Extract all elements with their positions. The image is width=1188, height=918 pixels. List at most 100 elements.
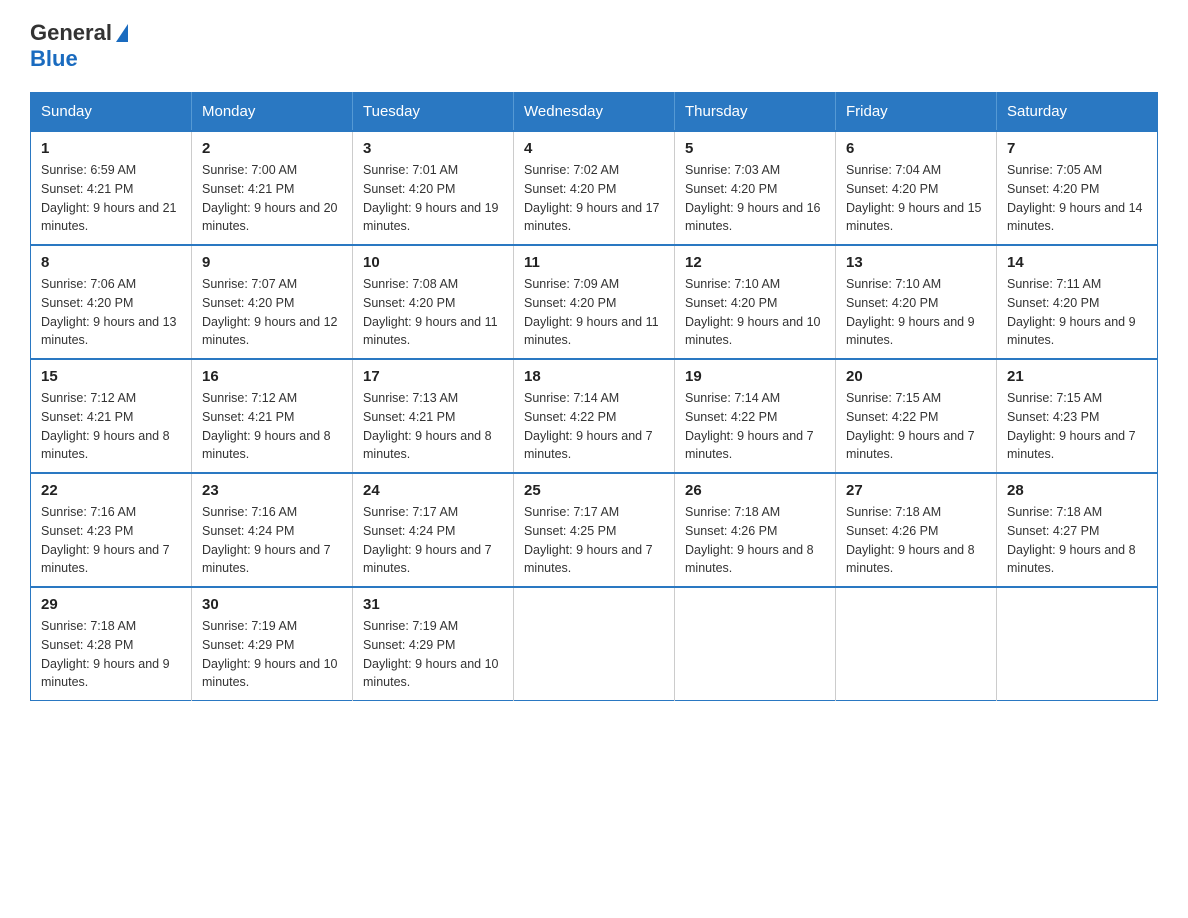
day-number: 23 (202, 482, 342, 499)
calendar-table: SundayMondayTuesdayWednesdayThursdayFrid… (30, 92, 1158, 701)
column-header-friday: Friday (836, 93, 997, 132)
day-number: 3 (363, 140, 503, 157)
day-info: Sunrise: 7:18 AM Sunset: 4:28 PM Dayligh… (41, 617, 181, 692)
day-info: Sunrise: 7:16 AM Sunset: 4:24 PM Dayligh… (202, 503, 342, 578)
calendar-header-row: SundayMondayTuesdayWednesdayThursdayFrid… (31, 93, 1158, 132)
day-number: 22 (41, 482, 181, 499)
day-info: Sunrise: 7:02 AM Sunset: 4:20 PM Dayligh… (524, 161, 664, 236)
logo-triangle-icon (116, 24, 128, 42)
day-info: Sunrise: 7:12 AM Sunset: 4:21 PM Dayligh… (202, 389, 342, 464)
day-info: Sunrise: 7:19 AM Sunset: 4:29 PM Dayligh… (363, 617, 503, 692)
day-info: Sunrise: 7:08 AM Sunset: 4:20 PM Dayligh… (363, 275, 503, 350)
calendar-cell: 29 Sunrise: 7:18 AM Sunset: 4:28 PM Dayl… (31, 587, 192, 701)
calendar-cell (997, 587, 1158, 701)
calendar-cell: 24 Sunrise: 7:17 AM Sunset: 4:24 PM Dayl… (353, 473, 514, 587)
day-number: 7 (1007, 140, 1147, 157)
day-info: Sunrise: 7:18 AM Sunset: 4:26 PM Dayligh… (685, 503, 825, 578)
calendar-cell: 27 Sunrise: 7:18 AM Sunset: 4:26 PM Dayl… (836, 473, 997, 587)
calendar-cell: 7 Sunrise: 7:05 AM Sunset: 4:20 PM Dayli… (997, 131, 1158, 245)
day-info: Sunrise: 7:07 AM Sunset: 4:20 PM Dayligh… (202, 275, 342, 350)
calendar-cell: 21 Sunrise: 7:15 AM Sunset: 4:23 PM Dayl… (997, 359, 1158, 473)
calendar-cell: 3 Sunrise: 7:01 AM Sunset: 4:20 PM Dayli… (353, 131, 514, 245)
day-info: Sunrise: 7:15 AM Sunset: 4:23 PM Dayligh… (1007, 389, 1147, 464)
day-info: Sunrise: 7:12 AM Sunset: 4:21 PM Dayligh… (41, 389, 181, 464)
calendar-cell: 16 Sunrise: 7:12 AM Sunset: 4:21 PM Dayl… (192, 359, 353, 473)
calendar-cell: 15 Sunrise: 7:12 AM Sunset: 4:21 PM Dayl… (31, 359, 192, 473)
day-info: Sunrise: 7:14 AM Sunset: 4:22 PM Dayligh… (524, 389, 664, 464)
day-info: Sunrise: 7:06 AM Sunset: 4:20 PM Dayligh… (41, 275, 181, 350)
day-info: Sunrise: 7:05 AM Sunset: 4:20 PM Dayligh… (1007, 161, 1147, 236)
day-info: Sunrise: 7:18 AM Sunset: 4:27 PM Dayligh… (1007, 503, 1147, 578)
calendar-cell (675, 587, 836, 701)
column-header-thursday: Thursday (675, 93, 836, 132)
logo-general-text: General (30, 20, 112, 46)
calendar-cell: 31 Sunrise: 7:19 AM Sunset: 4:29 PM Dayl… (353, 587, 514, 701)
day-info: Sunrise: 7:09 AM Sunset: 4:20 PM Dayligh… (524, 275, 664, 350)
day-info: Sunrise: 7:14 AM Sunset: 4:22 PM Dayligh… (685, 389, 825, 464)
day-number: 12 (685, 254, 825, 271)
day-info: Sunrise: 7:17 AM Sunset: 4:25 PM Dayligh… (524, 503, 664, 578)
day-info: Sunrise: 7:10 AM Sunset: 4:20 PM Dayligh… (846, 275, 986, 350)
calendar-cell: 6 Sunrise: 7:04 AM Sunset: 4:20 PM Dayli… (836, 131, 997, 245)
calendar-cell: 30 Sunrise: 7:19 AM Sunset: 4:29 PM Dayl… (192, 587, 353, 701)
calendar-week-1: 1 Sunrise: 6:59 AM Sunset: 4:21 PM Dayli… (31, 131, 1158, 245)
day-info: Sunrise: 7:00 AM Sunset: 4:21 PM Dayligh… (202, 161, 342, 236)
day-number: 6 (846, 140, 986, 157)
day-info: Sunrise: 7:10 AM Sunset: 4:20 PM Dayligh… (685, 275, 825, 350)
day-number: 30 (202, 596, 342, 613)
day-number: 19 (685, 368, 825, 385)
calendar-cell: 19 Sunrise: 7:14 AM Sunset: 4:22 PM Dayl… (675, 359, 836, 473)
day-number: 27 (846, 482, 986, 499)
day-number: 26 (685, 482, 825, 499)
column-header-monday: Monday (192, 93, 353, 132)
day-number: 20 (846, 368, 986, 385)
day-number: 13 (846, 254, 986, 271)
day-number: 15 (41, 368, 181, 385)
day-number: 9 (202, 254, 342, 271)
day-info: Sunrise: 7:18 AM Sunset: 4:26 PM Dayligh… (846, 503, 986, 578)
day-number: 17 (363, 368, 503, 385)
day-number: 25 (524, 482, 664, 499)
day-info: Sunrise: 7:19 AM Sunset: 4:29 PM Dayligh… (202, 617, 342, 692)
calendar-cell: 17 Sunrise: 7:13 AM Sunset: 4:21 PM Dayl… (353, 359, 514, 473)
day-number: 8 (41, 254, 181, 271)
day-number: 5 (685, 140, 825, 157)
calendar-cell: 11 Sunrise: 7:09 AM Sunset: 4:20 PM Dayl… (514, 245, 675, 359)
logo-blue-text: Blue (30, 46, 78, 71)
day-number: 14 (1007, 254, 1147, 271)
column-header-saturday: Saturday (997, 93, 1158, 132)
calendar-cell: 13 Sunrise: 7:10 AM Sunset: 4:20 PM Dayl… (836, 245, 997, 359)
column-header-sunday: Sunday (31, 93, 192, 132)
day-number: 11 (524, 254, 664, 271)
calendar-cell: 25 Sunrise: 7:17 AM Sunset: 4:25 PM Dayl… (514, 473, 675, 587)
calendar-cell: 22 Sunrise: 7:16 AM Sunset: 4:23 PM Dayl… (31, 473, 192, 587)
day-number: 18 (524, 368, 664, 385)
day-info: Sunrise: 7:03 AM Sunset: 4:20 PM Dayligh… (685, 161, 825, 236)
calendar-cell: 4 Sunrise: 7:02 AM Sunset: 4:20 PM Dayli… (514, 131, 675, 245)
calendar-cell: 9 Sunrise: 7:07 AM Sunset: 4:20 PM Dayli… (192, 245, 353, 359)
day-number: 31 (363, 596, 503, 613)
calendar-week-5: 29 Sunrise: 7:18 AM Sunset: 4:28 PM Dayl… (31, 587, 1158, 701)
day-info: Sunrise: 7:17 AM Sunset: 4:24 PM Dayligh… (363, 503, 503, 578)
calendar-cell: 23 Sunrise: 7:16 AM Sunset: 4:24 PM Dayl… (192, 473, 353, 587)
calendar-cell: 5 Sunrise: 7:03 AM Sunset: 4:20 PM Dayli… (675, 131, 836, 245)
day-info: Sunrise: 7:11 AM Sunset: 4:20 PM Dayligh… (1007, 275, 1147, 350)
day-number: 21 (1007, 368, 1147, 385)
day-number: 29 (41, 596, 181, 613)
calendar-week-2: 8 Sunrise: 7:06 AM Sunset: 4:20 PM Dayli… (31, 245, 1158, 359)
calendar-cell: 18 Sunrise: 7:14 AM Sunset: 4:22 PM Dayl… (514, 359, 675, 473)
day-number: 2 (202, 140, 342, 157)
day-number: 24 (363, 482, 503, 499)
calendar-cell: 1 Sunrise: 6:59 AM Sunset: 4:21 PM Dayli… (31, 131, 192, 245)
column-header-wednesday: Wednesday (514, 93, 675, 132)
calendar-cell (836, 587, 997, 701)
calendar-cell: 12 Sunrise: 7:10 AM Sunset: 4:20 PM Dayl… (675, 245, 836, 359)
calendar-cell: 28 Sunrise: 7:18 AM Sunset: 4:27 PM Dayl… (997, 473, 1158, 587)
logo: General Blue (30, 20, 130, 72)
calendar-week-4: 22 Sunrise: 7:16 AM Sunset: 4:23 PM Dayl… (31, 473, 1158, 587)
header: General Blue (30, 20, 1158, 72)
day-number: 10 (363, 254, 503, 271)
calendar-cell: 14 Sunrise: 7:11 AM Sunset: 4:20 PM Dayl… (997, 245, 1158, 359)
day-number: 16 (202, 368, 342, 385)
day-info: Sunrise: 7:16 AM Sunset: 4:23 PM Dayligh… (41, 503, 181, 578)
